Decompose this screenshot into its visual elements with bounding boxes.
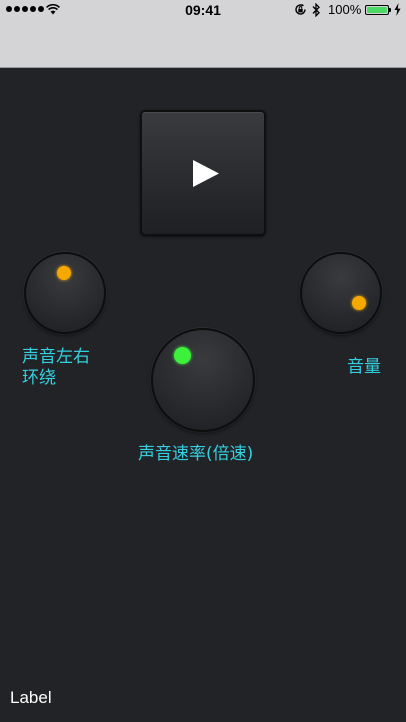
charging-bolt-icon [394,3,401,16]
balance-label-line2: 环绕 [22,368,56,388]
balance-label-line1: 声音左右 [22,347,90,367]
battery-level-fill [367,7,387,13]
balance-knob[interactable] [24,252,106,334]
orientation-lock-icon [295,3,306,15]
play-icon [193,160,219,187]
status-bar: 09:41 100% [0,0,406,20]
bluetooth-icon [312,3,320,17]
footer-label: Label [10,688,52,707]
volume-label: 音量 [347,357,381,377]
play-button[interactable] [140,110,266,236]
speed-knob[interactable] [151,328,255,432]
battery-nub [389,8,391,12]
volume-knob-indicator [352,296,366,310]
battery-icon [365,5,389,15]
balance-knob-indicator [57,266,71,280]
navigation-bar: 09:41 100% [0,0,406,68]
balance-label: 声音左右 环绕 [22,347,90,389]
speed-label: 声音速率(倍速) [138,444,254,464]
speed-knob-indicator [174,347,191,364]
volume-knob[interactable] [300,252,382,334]
battery-percentage: 100% [328,2,362,17]
